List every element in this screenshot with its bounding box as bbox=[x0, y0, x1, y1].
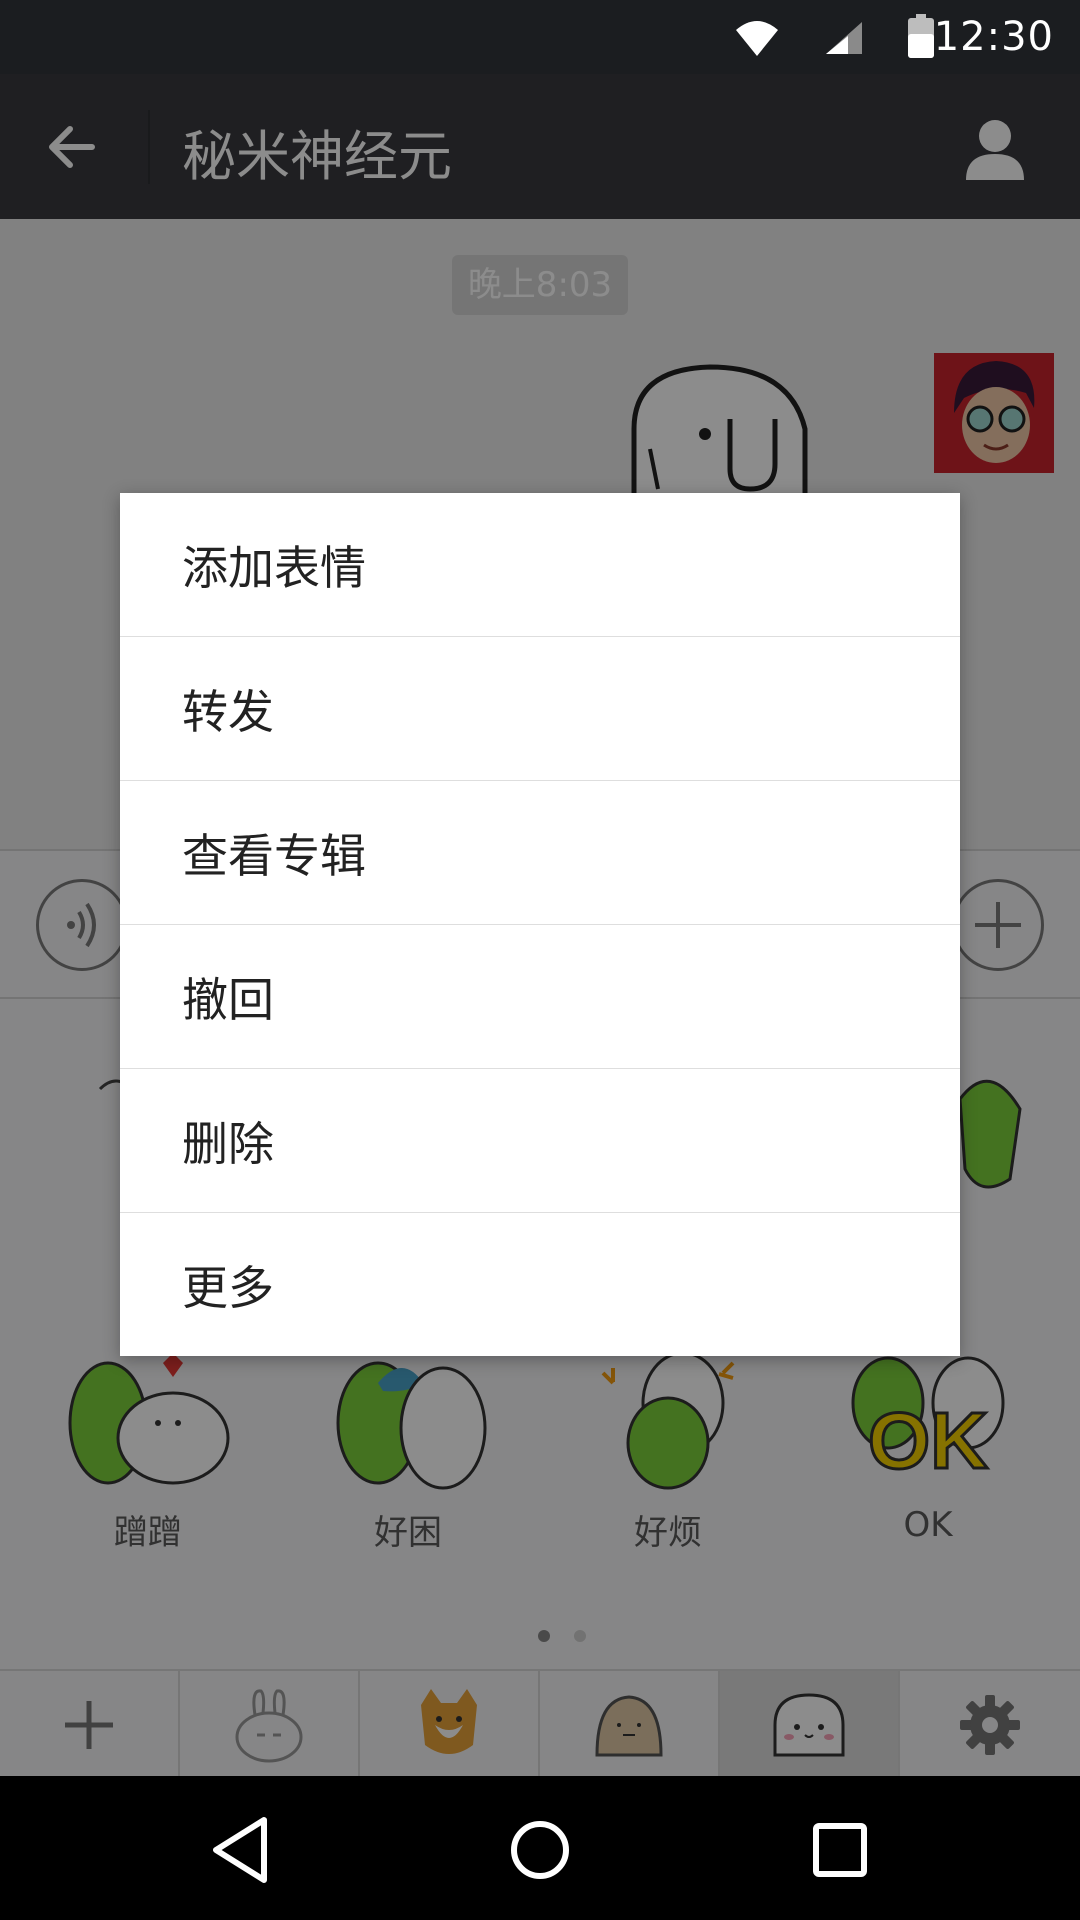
menu-item-delete[interactable]: 删除 bbox=[120, 1069, 960, 1213]
menu-item-view-album[interactable]: 查看专辑 bbox=[120, 781, 960, 925]
navigation-bar bbox=[0, 1776, 1080, 1920]
context-menu: 添加表情 转发 查看专辑 撤回 删除 更多 bbox=[120, 493, 960, 1356]
menu-item-add-sticker[interactable]: 添加表情 bbox=[120, 493, 960, 637]
status-bar: 12:30 bbox=[0, 0, 1080, 74]
menu-item-recall[interactable]: 撤回 bbox=[120, 925, 960, 1069]
back-triangle-icon[interactable] bbox=[204, 1812, 280, 1888]
clock: 12:30 bbox=[933, 14, 1054, 60]
cell-signal-icon bbox=[826, 22, 862, 54]
home-circle-icon[interactable] bbox=[502, 1812, 578, 1888]
battery-icon bbox=[908, 14, 934, 58]
menu-item-more[interactable]: 更多 bbox=[120, 1213, 960, 1357]
recents-square-icon[interactable] bbox=[802, 1812, 878, 1888]
menu-item-forward[interactable]: 转发 bbox=[120, 637, 960, 781]
wifi-icon bbox=[736, 21, 778, 56]
